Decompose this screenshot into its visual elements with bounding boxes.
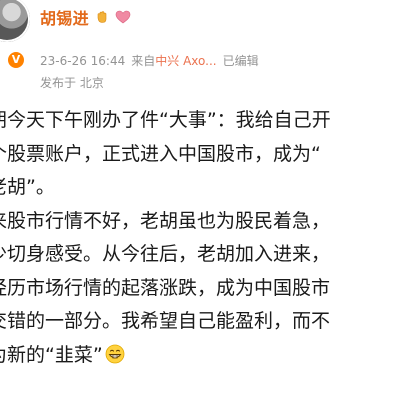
heart-icon — [115, 10, 131, 24]
source-link[interactable]: 中兴 Axo... — [155, 54, 216, 68]
post-body: 胡今天下午刚办了件“大事”：我给自己开 个股票账户，正式进入中国股市，成为“ 老… — [0, 104, 400, 372]
post-line: 交错的一部分。我希望自己能盈利，而不 — [0, 310, 331, 332]
post-line-text: 为新的“韭菜” — [0, 343, 103, 366]
post-meta: 23-6-26 16:44 来自中兴 Axo... 已编辑 — [40, 52, 259, 69]
edited-label[interactable]: 已编辑 — [223, 52, 259, 69]
post-timestamp: 23-6-26 16:44 — [40, 53, 126, 68]
weibo-post-view: V 胡锡进 23-6-26 16:44 来自中兴 Axo... 已编辑 发布于 … — [0, 0, 400, 400]
user-name[interactable]: 胡锡进 — [40, 5, 89, 29]
post-line: 个股票账户，正式进入中国股市，成为“ — [0, 142, 321, 165]
post-line-last: 为新的“韭菜” — [0, 339, 400, 373]
post-line: 胡今天下午刚办了件“大事”：我给自己开 — [0, 109, 331, 131]
avatar[interactable] — [0, 0, 30, 42]
source-prefix: 来自 — [131, 54, 156, 68]
post-line-cutoff: … — [0, 386, 15, 400]
post-line: 来股市行情不好，老胡虽也为股民着急， — [0, 209, 331, 232]
post-line: 少切身感受。从今往后，老胡加入进来， — [0, 243, 331, 265]
post-location: 发布于 北京 — [40, 76, 104, 90]
hand-wave-icon — [97, 11, 107, 23]
post-header: V 胡锡进 23-6-26 16:44 来自中兴 Axo... 已编辑 发布于 … — [0, 0, 400, 100]
post-line: 经历市场行情的起落涨跌，成为中国股市 — [0, 276, 331, 299]
post-line: 老胡”。 — [0, 176, 55, 198]
verified-badge-icon: V — [6, 50, 26, 70]
grinning-emoji-icon — [105, 344, 125, 363]
name-row: 胡锡进 — [40, 6, 131, 28]
